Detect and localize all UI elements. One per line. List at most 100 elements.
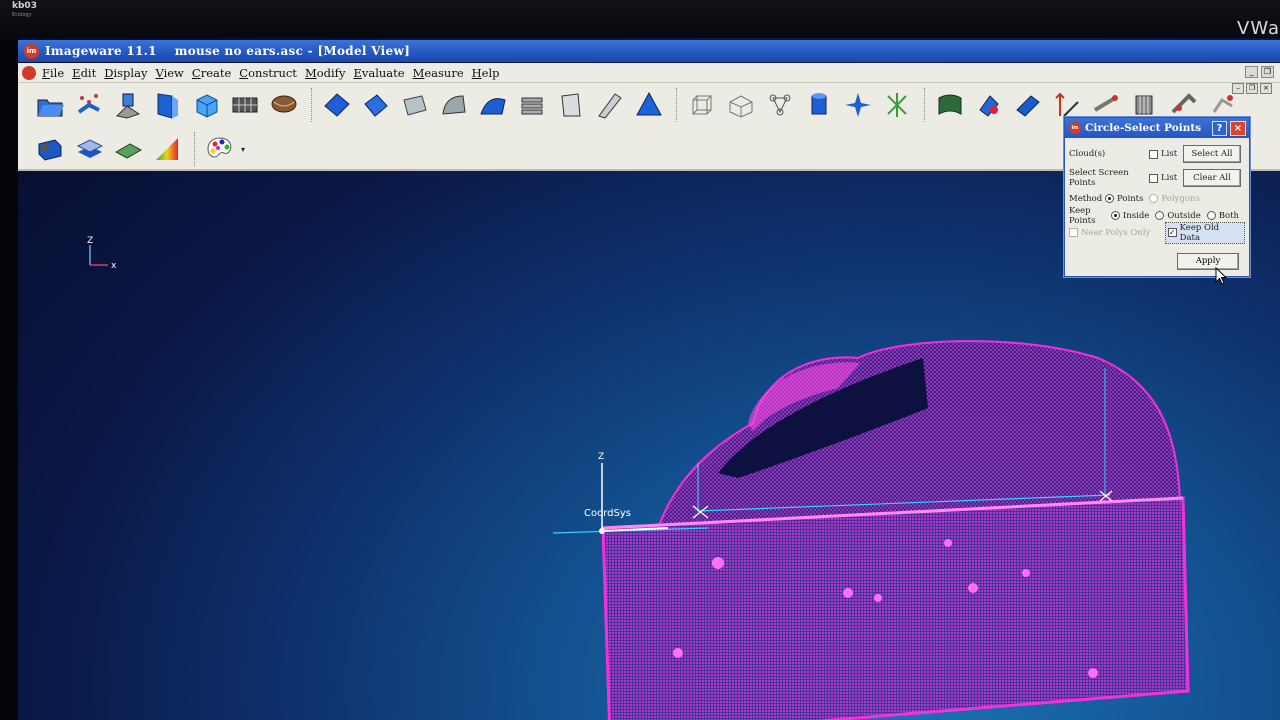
surface-tool-6-icon[interactable] <box>514 87 550 123</box>
menu-measure[interactable]: Measure <box>413 66 464 80</box>
keep-old-data-label: Keep Old Data <box>1179 222 1220 243</box>
document-menu-icon[interactable] <box>22 65 36 80</box>
cloud-row: Cloud(s) List Select All <box>1069 142 1245 166</box>
screen-points-list-checkbox[interactable] <box>1149 173 1158 183</box>
mesh-tool-icon[interactable] <box>227 87 263 123</box>
dialog-title-bar: im Circle-Select Points ? × <box>1065 118 1249 138</box>
open-file-icon[interactable] <box>32 87 68 123</box>
menu-create-key: C <box>191 65 201 80</box>
menu-display[interactable]: Display <box>104 66 147 80</box>
node-graph-icon[interactable] <box>762 87 798 123</box>
menu-display-label: isplay <box>113 65 148 80</box>
stack-tool-icon[interactable] <box>71 131 107 167</box>
near-polys-option: Near Polys Only <box>1069 228 1159 238</box>
color-palette-icon[interactable] <box>202 131 238 167</box>
keep-points-label: Keep Points <box>1069 205 1096 226</box>
options-row: Near Polys Only ✓ Keep Old Data <box>1069 221 1245 244</box>
screen-points-list-label: List <box>1161 173 1178 183</box>
method-label: Method <box>1069 193 1103 204</box>
green-plate-icon[interactable] <box>110 131 146 167</box>
dialog-app-icon: im <box>1069 122 1081 134</box>
method-polygons-option: Polygons <box>1149 193 1200 204</box>
cloud-list-checkbox[interactable] <box>1149 149 1158 159</box>
monitor-bezel-top: kb03 Ecology VWa <box>0 0 1280 40</box>
toolbar-close-button[interactable]: × <box>1260 83 1272 94</box>
bezel-logo-subtext: Ecology <box>12 12 32 18</box>
coordsys-axis-z: Z <box>598 452 604 462</box>
close-button[interactable]: × <box>1230 121 1246 136</box>
keep-inside-radio[interactable] <box>1110 211 1120 220</box>
surface-tool-8-icon[interactable] <box>592 87 628 123</box>
palette-dropdown-arrow-icon[interactable]: ▾ <box>241 145 245 154</box>
mdi-restore-button[interactable]: ❐ <box>1261 66 1274 78</box>
dialog-body: Cloud(s) List Select All Select Screen P… <box>1065 138 1249 245</box>
menu-measure-key: M <box>412 65 425 80</box>
menu-view[interactable]: View <box>155 66 183 80</box>
menu-construct-key: C <box>239 65 249 80</box>
menu-evaluate-label: valuate <box>361 65 405 80</box>
keep-old-data-checkbox[interactable]: ✓ <box>1167 228 1177 237</box>
clear-all-button[interactable]: Clear All <box>1183 169 1241 187</box>
menu-modify[interactable]: Modify <box>305 66 346 80</box>
point-cloud-mouse <box>601 340 1190 720</box>
monitor-brand-text: VWa <box>1237 18 1280 39</box>
cube-tool-icon[interactable] <box>188 87 224 123</box>
menu-modify-label: odify <box>316 65 346 80</box>
file-name: mouse no ears.asc - [Model View] <box>174 44 411 58</box>
apply-button[interactable]: Apply <box>1177 253 1239 270</box>
star-transform-icon[interactable] <box>840 87 876 123</box>
keep-both-option[interactable]: Both <box>1206 210 1239 221</box>
wire-cube-icon[interactable] <box>684 87 720 123</box>
plane-tool-icon[interactable] <box>149 87 185 123</box>
surface-tool-2-icon[interactable] <box>358 87 394 123</box>
bowl-surface-icon[interactable] <box>266 87 302 123</box>
surface-tool-4-icon[interactable] <box>436 87 472 123</box>
evaluate-tool-1-icon[interactable] <box>971 87 1007 123</box>
evaluate-tool-2-icon[interactable] <box>1010 87 1046 123</box>
method-points-radio[interactable] <box>1105 194 1114 203</box>
mdi-minimize-button[interactable]: _ <box>1245 66 1258 78</box>
color-map-icon[interactable] <box>149 131 185 167</box>
wire-box-icon[interactable] <box>723 87 759 123</box>
keep-old-data-option[interactable]: ✓ Keep Old Data <box>1164 221 1245 244</box>
probe-tool-icon[interactable] <box>110 87 146 123</box>
keep-outside-label: Outside <box>1167 210 1201 221</box>
bezel-logo: kb03 Ecology <box>12 2 37 20</box>
menu-help[interactable]: Help <box>472 66 500 80</box>
toolbar-row-2: ▾ <box>32 131 245 167</box>
method-points-label: Points <box>1117 193 1144 204</box>
axis-transform-icon[interactable] <box>879 87 915 123</box>
scanner-tool-icon[interactable] <box>32 131 68 167</box>
near-polys-label: Near Polys Only <box>1081 227 1151 238</box>
surface-tool-1-icon[interactable] <box>319 87 355 123</box>
surface-tool-7-icon[interactable] <box>553 87 589 123</box>
pyramid-tool-icon[interactable] <box>631 87 667 123</box>
menu-view-key: V <box>155 65 164 80</box>
mini-axis-x: x <box>111 261 117 271</box>
keep-both-radio[interactable] <box>1206 211 1216 220</box>
menu-evaluate[interactable]: Evaluate <box>353 66 404 80</box>
toolbar-restore-button[interactable]: ❐ <box>1246 83 1258 94</box>
menu-bar: File Edit Display View Create Construct … <box>18 63 1280 83</box>
cylinder-tool-icon[interactable] <box>801 87 837 123</box>
method-polygons-label: Polygons <box>1161 193 1200 204</box>
keep-outside-radio[interactable] <box>1155 211 1165 220</box>
menu-edit[interactable]: Edit <box>72 66 96 80</box>
select-all-button[interactable]: Select All <box>1183 145 1241 163</box>
keep-both-label: Both <box>1218 210 1239 221</box>
window-title: Imageware 11.1 mouse no ears.asc - [Mode… <box>45 44 410 58</box>
menu-evaluate-key: E <box>353 65 362 80</box>
surface-tool-3-icon[interactable] <box>397 87 433 123</box>
points-tool-icon[interactable] <box>71 87 107 123</box>
menu-construct[interactable]: Construct <box>239 66 297 80</box>
mdi-window-controls: _ ❐ <box>1245 66 1274 78</box>
green-surface-icon[interactable] <box>932 87 968 123</box>
keep-inside-option[interactable]: Inside <box>1110 211 1149 221</box>
menu-modify-key: M <box>304 65 317 80</box>
keep-outside-option[interactable]: Outside <box>1155 210 1201 221</box>
method-points-option[interactable]: Points <box>1105 194 1143 204</box>
menu-create[interactable]: Create <box>192 66 231 80</box>
surface-tool-5-icon[interactable] <box>475 87 511 123</box>
menu-file[interactable]: File <box>42 66 64 80</box>
help-button[interactable]: ? <box>1212 121 1227 136</box>
